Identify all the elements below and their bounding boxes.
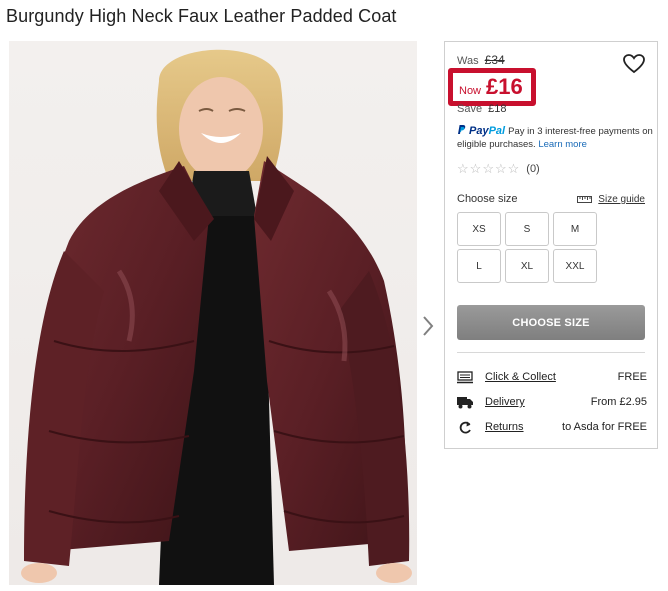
- was-price: £34: [484, 53, 505, 67]
- delivery-row: Delivery From £2.95: [457, 394, 647, 410]
- star-icon: ☆: [494, 161, 507, 176]
- save-amount: £18: [488, 103, 507, 115]
- rating-row[interactable]: ☆ ☆ ☆ ☆ ☆ (0): [457, 161, 540, 177]
- click-collect-icon: [457, 370, 473, 383]
- paypal-p-icon: [458, 125, 466, 134]
- returns-icon: [459, 421, 471, 434]
- size-option-m[interactable]: M: [553, 212, 597, 246]
- now-price: £16: [486, 74, 523, 99]
- product-image[interactable]: [9, 41, 417, 585]
- size-option-s[interactable]: S: [505, 212, 549, 246]
- returns-value: to Asda for FREE: [562, 421, 647, 433]
- size-option-l[interactable]: L: [457, 249, 501, 283]
- was-label: Was: [457, 55, 479, 67]
- choose-size-button[interactable]: CHOOSE SIZE: [457, 305, 645, 340]
- click-collect-row: Click & Collect FREE: [457, 369, 647, 385]
- size-option-xl[interactable]: XL: [505, 249, 549, 283]
- truck-icon: [457, 396, 473, 408]
- paypal-brand-pal: Pal: [488, 125, 506, 137]
- was-price-row: Was £34: [457, 53, 505, 67]
- purchase-panel: Was £34 Now £16 Save £18 PayPal Pay in 3…: [444, 41, 658, 449]
- paypal-brand-pay: Pay: [469, 125, 489, 137]
- save-row: Save £18: [457, 103, 507, 115]
- rating-count: (0): [526, 163, 540, 175]
- size-guide-link[interactable]: Size guide: [577, 194, 645, 205]
- choose-size-label: Choose size: [457, 193, 518, 205]
- paypal-logo: PayPal: [457, 125, 508, 137]
- star-icon: ☆: [482, 161, 494, 176]
- wishlist-heart-icon[interactable]: [623, 54, 645, 74]
- star-icon: ☆: [457, 161, 469, 176]
- now-label: Now: [459, 85, 482, 97]
- product-title: Burgundy High Neck Faux Leather Padded C…: [6, 6, 397, 26]
- save-label: Save: [457, 103, 483, 115]
- ruler-icon: [577, 196, 593, 203]
- paypal-message: PayPal Pay in 3 interest-free payments o…: [457, 124, 653, 151]
- next-image-arrow-icon[interactable]: [419, 313, 437, 339]
- learn-more-link[interactable]: Learn more: [538, 139, 587, 150]
- star-icon: ☆: [507, 161, 520, 176]
- star-icon: ☆: [469, 161, 482, 176]
- delivery-link[interactable]: Delivery: [485, 396, 525, 408]
- returns-link[interactable]: Returns: [485, 421, 524, 433]
- delivery-value: From £2.95: [590, 396, 647, 408]
- now-price-highlight: Now £16: [448, 68, 536, 106]
- size-guide-label: Size guide: [598, 194, 645, 205]
- returns-row: Returns to Asda for FREE: [457, 419, 647, 435]
- coat-model-illustration: [21, 49, 412, 585]
- divider: [457, 352, 645, 353]
- size-option-xxl[interactable]: XXL: [553, 249, 597, 283]
- click-collect-link[interactable]: Click & Collect: [485, 371, 556, 383]
- click-collect-value: FREE: [617, 371, 647, 383]
- size-option-xs[interactable]: XS: [457, 212, 501, 246]
